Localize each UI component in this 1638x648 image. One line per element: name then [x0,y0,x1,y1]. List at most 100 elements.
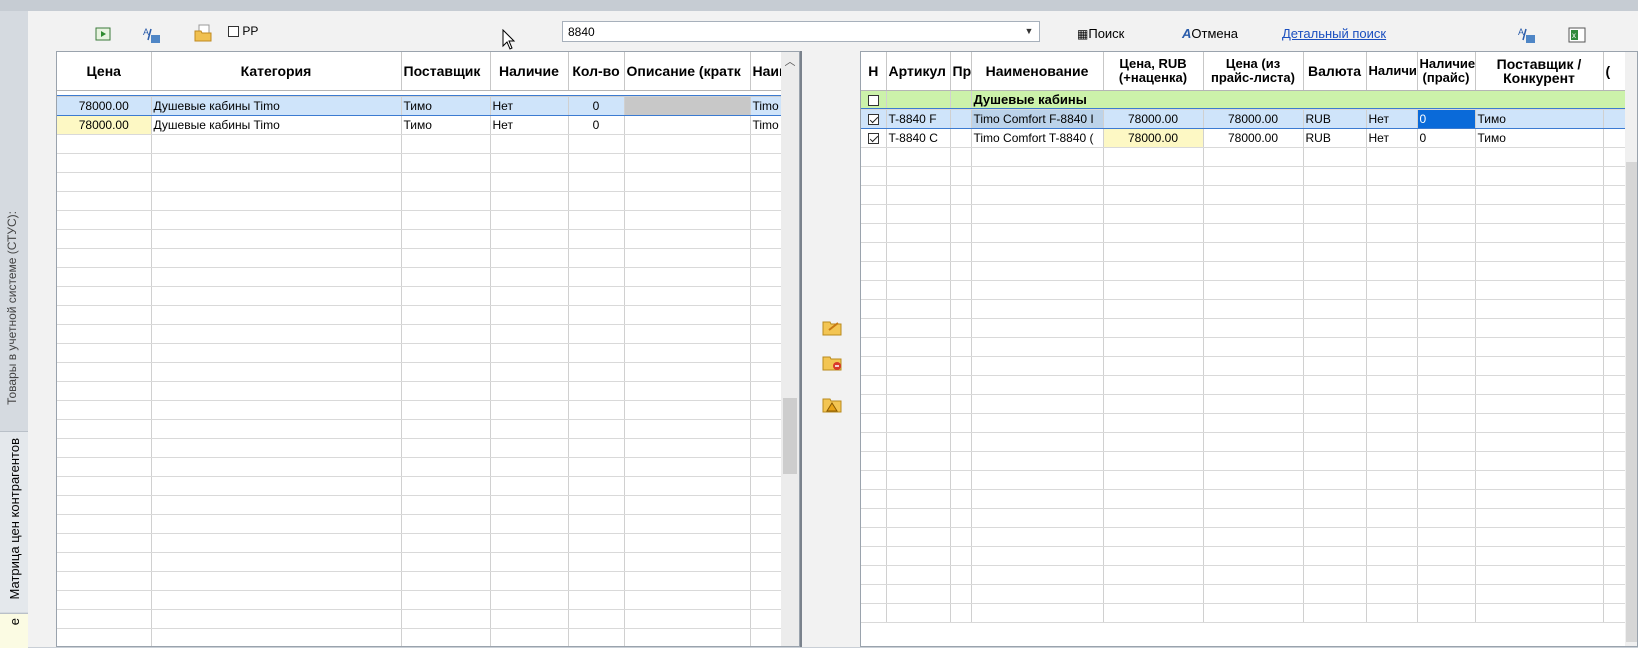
cell-qty[interactable]: 0 [568,96,625,116]
col-header-currency[interactable]: Валюта [1303,52,1367,91]
export-excel-icon[interactable]: x [1568,26,1586,43]
table-row[interactable]: 78000.00 Душевые кабины Timo Тимо Нет 0 … [57,115,782,135]
cell-category[interactable]: Душевые кабины Timo [151,115,402,135]
cell-supplier[interactable]: Тимо [1475,109,1604,129]
search-button[interactable]: ▦Поиск [1077,26,1124,42]
cell-stock[interactable]: Нет [490,96,569,116]
cell-price-markup[interactable]: 78000.00 [1103,128,1204,148]
empty-row [861,318,1626,338]
cell-currency[interactable]: RUB [1303,128,1367,148]
row-checkbox-cell[interactable] [861,128,887,148]
empty-row [861,356,1626,376]
cell-stock-price[interactable]: 0 [1417,128,1476,148]
empty-row [57,362,782,382]
folder-remove-icon[interactable] [822,353,842,371]
right-grid-scroll-thumb[interactable] [1626,162,1637,642]
scroll-up-icon[interactable]: ︿ [781,54,799,70]
cell-stock[interactable]: Нет [1366,128,1418,148]
col-header-name[interactable]: Наим [750,52,782,91]
cell-article[interactable]: T-8840 C [886,128,951,148]
col-header-price[interactable]: Цена [57,52,152,91]
cell-supplier[interactable]: Тимо [401,96,491,116]
open-folder-icon[interactable] [194,24,212,42]
sort-az-icon[interactable]: A [143,26,160,43]
table-row[interactable]: T-8840 C Timo Comfort T-8840 ( 78000.00 … [861,128,1626,148]
cell-price-markup[interactable]: 78000.00 [1103,109,1204,129]
cell-price[interactable]: 78000.00 [57,115,152,135]
folder-warning-icon[interactable] [822,395,842,413]
search-combobox[interactable]: ▼ [562,21,1040,42]
col-header-stock[interactable]: Наличие [1366,52,1418,91]
search-input[interactable] [565,23,1011,40]
col-header-price-markup[interactable]: Цена, RUB (+наценка) [1103,52,1204,91]
cell-price-list[interactable]: 78000.00 [1203,109,1304,129]
col-header-supplier-competitor[interactable]: Поставщик / Конкурент [1475,52,1604,91]
cell-supplier[interactable]: Тимо [401,115,491,135]
group-row[interactable]: Душевые кабины [861,90,1626,110]
sidebar-vertical-title: Товары в учетной системе (СТУС): [5,211,19,405]
cell-supplier[interactable]: Тимо [1475,128,1604,148]
cell-pr[interactable] [950,109,972,129]
table-row[interactable]: 78000.00 Душевые кабины Timo Тимо Нет 0 … [57,95,782,116]
sort-az-right-icon[interactable]: A [1518,26,1535,43]
empty-row [57,457,782,477]
empty-row [57,267,782,287]
empty-row [57,191,782,211]
sidebar-tab-matrix[interactable]: Матрица цен контрагентов [0,431,28,612]
cancel-button[interactable]: AОтмена [1182,26,1238,42]
grid-splitter[interactable] [800,51,862,647]
left-grid-scroll-thumb[interactable] [783,398,797,474]
pp-checkbox-box[interactable] [228,26,239,38]
cell-name[interactable]: Timo [750,96,782,116]
left-rail: Товары в учетной системе (СТУС): Матрица… [0,11,28,648]
cell-currency[interactable]: RUB [1303,109,1367,129]
col-header-supplier[interactable]: Поставщик [401,52,491,91]
row-checkbox[interactable] [867,132,879,144]
cell-price[interactable]: 78000.00 [57,96,152,116]
col-header-description[interactable]: Описание (кратк [624,52,751,91]
col-header-article[interactable]: Артикул [886,52,951,91]
folder-add-icon[interactable] [822,318,842,336]
col-header-stock-price[interactable]: Наличие (прайс) [1417,52,1476,91]
group-checkbox[interactable] [867,94,879,106]
left-grid-scrollbar[interactable]: ︿ [781,52,799,646]
sidebar-tab-other[interactable]: е [0,613,28,648]
cell-category[interactable]: Душевые кабины Timo [151,96,402,116]
empty-row [57,153,782,173]
empty-row [57,438,782,458]
col-header-stock[interactable]: Наличие [490,52,569,91]
cell-extra[interactable] [1603,128,1626,148]
col-header-qty[interactable]: Кол-во [568,52,625,91]
chevron-down-icon[interactable]: ▼ [1019,22,1039,41]
cell-stock[interactable]: Нет [490,115,569,135]
right-grid-scrollbar[interactable] [1625,52,1637,646]
cell-description[interactable] [624,115,751,135]
cell-name[interactable]: Timo Comfort F-8840 I [971,109,1104,129]
group-checkbox-cell[interactable] [861,90,887,110]
cell-description[interactable] [624,96,751,116]
cell-pr[interactable] [950,128,972,148]
col-header-n[interactable]: Н [861,52,887,91]
row-checkbox-cell[interactable] [861,109,887,129]
cell-stock[interactable]: Нет [1366,109,1418,129]
empty-row [57,571,782,591]
cell-name[interactable]: Timo [750,115,782,135]
cell-price-list[interactable]: 78000.00 [1203,128,1304,148]
main-panel: A РР ▼ ▦Поиск AОтмена Детальный поиск A … [28,11,1638,647]
cell-qty[interactable]: 0 [568,115,625,135]
col-header-extra[interactable]: ( [1603,52,1626,91]
cell-name[interactable]: Timo Comfort T-8840 ( [971,128,1104,148]
run-icon[interactable] [95,26,111,42]
cell-article[interactable]: T-8840 F [886,109,951,129]
col-header-category[interactable]: Категория [151,52,402,91]
col-header-pr[interactable]: Пр [950,52,972,91]
pp-checkbox[interactable]: РР [228,23,258,39]
cell-extra[interactable] [1603,109,1626,129]
group-row-label: Душевые кабины [971,90,1626,110]
col-header-price-list[interactable]: Цена (из прайс-листа) [1203,52,1304,91]
detail-search-link[interactable]: Детальный поиск [1282,26,1386,42]
col-header-name[interactable]: Наименование [971,52,1104,91]
cell-stock-price[interactable]: 0 [1417,109,1476,129]
row-checkbox[interactable] [867,113,879,125]
table-row[interactable]: T-8840 F Timo Comfort F-8840 I 78000.00 … [861,108,1626,129]
